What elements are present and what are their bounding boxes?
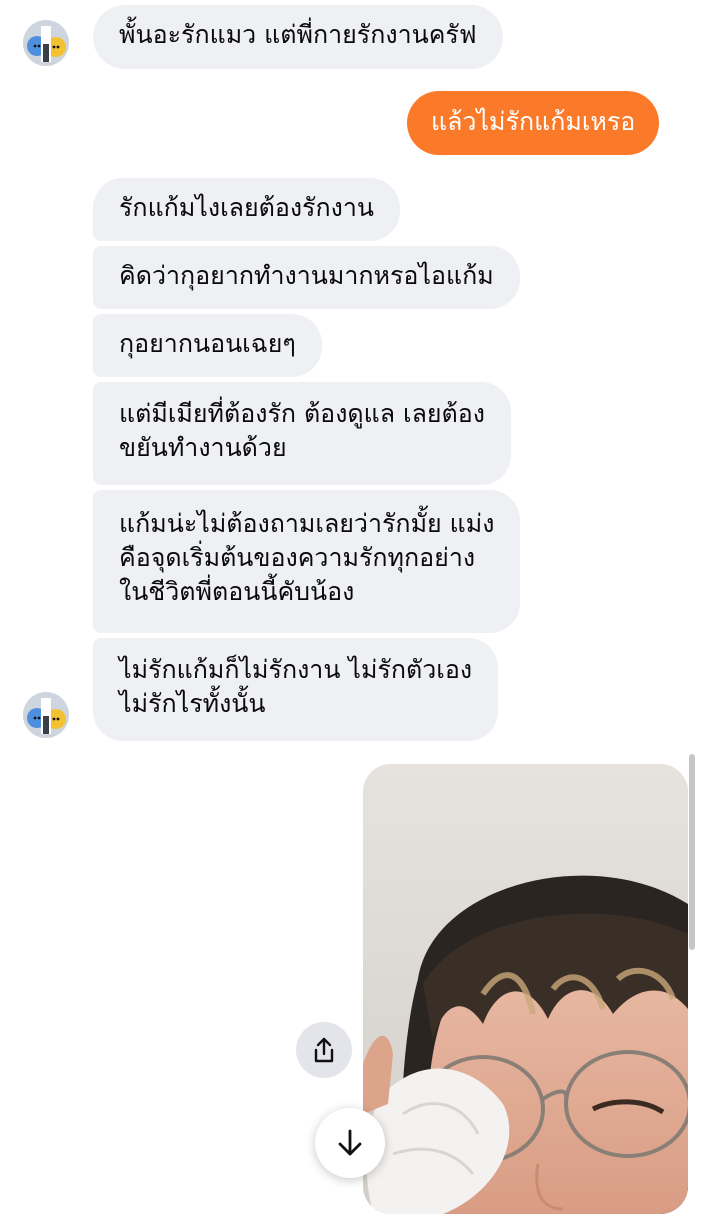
message-bubble-incoming[interactable]: คิดว่ากุอยากทำงานมากหรอไอแก้ม [93, 246, 520, 309]
avatar-image [23, 20, 69, 66]
message-bubble-incoming[interactable]: พั้นอะรักแมว แต่พี่กายรักงานครัฟ [93, 5, 503, 69]
message-bubble-incoming[interactable]: กุอยากนอนเฉยๆ [93, 314, 322, 377]
share-button[interactable] [296, 1022, 352, 1078]
message-bubble-incoming[interactable]: แก้มน่ะไม่ต้องถามเลยว่ารักมั้ย แม่ง คือจ… [93, 490, 521, 633]
message-bubble-outgoing[interactable]: แล้วไม่รักแก้มเหรอ [407, 91, 660, 155]
message-line: ไม่รักไรทั้งนั้น [119, 689, 266, 718]
message-bubble-incoming[interactable]: ไม่รักแก้มก็ไม่รักงาน ไม่รักตัวเอง ไม่รั… [93, 638, 499, 741]
photo-message[interactable] [363, 764, 688, 1214]
avatar[interactable] [23, 20, 69, 66]
message-text: รักแก้มไงเลยต้องรักงาน [119, 193, 374, 222]
message-line: ไม่รักแก้มก็ไม่รักงาน ไม่รักตัวเอง [119, 655, 473, 684]
message-line: คือจุดเริ่มต้นของความรักทุกอย่าง [119, 543, 476, 572]
message-text: คิดว่ากุอยากทำงานมากหรอไอแก้ม [119, 261, 494, 290]
share-icon [314, 1037, 334, 1063]
message-text: แล้วไม่รักแก้มเหรอ [431, 107, 636, 136]
message-bubble-incoming[interactable]: รักแก้มไงเลยต้องรักงาน [93, 178, 400, 241]
message-line: ขยันทำงานด้วย [119, 433, 287, 462]
message-line: แก้มน่ะไม่ต้องถามเลยว่ารักมั้ย แม่ง [119, 509, 495, 538]
message-line: แต่มีเมียที่ต้องรัก ต้องดูแล เลยต้อง [119, 399, 485, 428]
scroll-to-bottom-button[interactable] [315, 1108, 385, 1178]
message-text: กุอยากนอนเฉยๆ [119, 329, 296, 358]
avatar-image [23, 692, 69, 738]
arrow-down-icon [338, 1129, 362, 1156]
message-bubble-incoming[interactable]: แต่มีเมียที่ต้องรัก ต้องดูแล เลยต้อง ขยั… [93, 382, 511, 485]
scrollbar-thumb[interactable] [689, 754, 695, 950]
photo-image [363, 764, 688, 1214]
avatar[interactable] [23, 692, 69, 738]
message-text: พั้นอะรักแมว แต่พี่กายรักงานครัฟ [119, 20, 477, 49]
message-line: ในชีวิตพี่ตอนนี้คับน้อง [119, 577, 355, 606]
